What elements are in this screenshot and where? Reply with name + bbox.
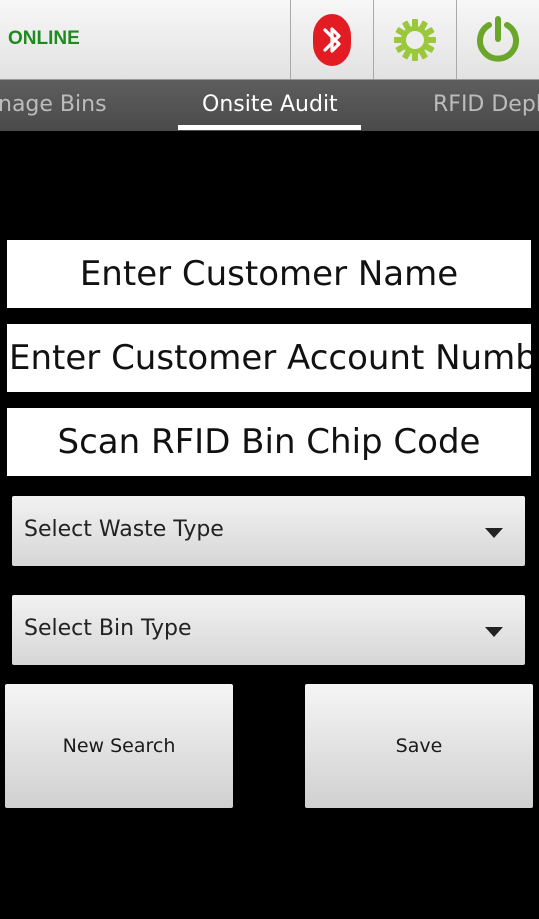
connection-status: ONLINE <box>8 28 80 49</box>
waste-type-select[interactable]: Select Waste Type <box>12 496 525 566</box>
bin-type-select[interactable]: Select Bin Type <box>12 595 525 665</box>
dropdown-arrow-icon <box>485 627 503 637</box>
save-button[interactable]: Save <box>305 684 533 808</box>
power-icon <box>477 15 519 62</box>
tab-manage-bins[interactable]: nage Bins <box>0 92 107 117</box>
new-search-button[interactable]: New Search <box>5 684 233 808</box>
tab-strip: nage Bins Onsite Audit RFID Depl <box>0 80 539 131</box>
bluetooth-button[interactable] <box>290 0 373 79</box>
settings-button[interactable] <box>373 0 456 79</box>
dropdown-arrow-icon <box>485 528 503 538</box>
bin-type-select-label: Select Bin Type <box>24 616 192 641</box>
customer-account-number-field[interactable]: Enter Customer Account Numb <box>7 324 531 392</box>
bluetooth-icon <box>313 13 351 66</box>
customer-name-placeholder: Enter Customer Name <box>79 254 459 294</box>
active-tab-indicator <box>178 125 361 130</box>
tab-rfid-deployment[interactable]: RFID Depl <box>433 92 539 117</box>
settings-gear-icon <box>394 18 436 61</box>
rfid-chip-code-placeholder: Scan RFID Bin Chip Code <box>57 422 481 462</box>
tab-onsite-audit[interactable]: Onsite Audit <box>202 92 338 117</box>
rfid-chip-code-field[interactable]: Scan RFID Bin Chip Code <box>7 408 531 476</box>
waste-type-select-label: Select Waste Type <box>24 517 224 542</box>
customer-account-number-placeholder: Enter Customer Account Numb <box>9 338 531 378</box>
customer-name-field[interactable]: Enter Customer Name <box>7 240 531 308</box>
top-action-bar: ONLINE <box>0 0 539 80</box>
power-button[interactable] <box>456 0 539 79</box>
